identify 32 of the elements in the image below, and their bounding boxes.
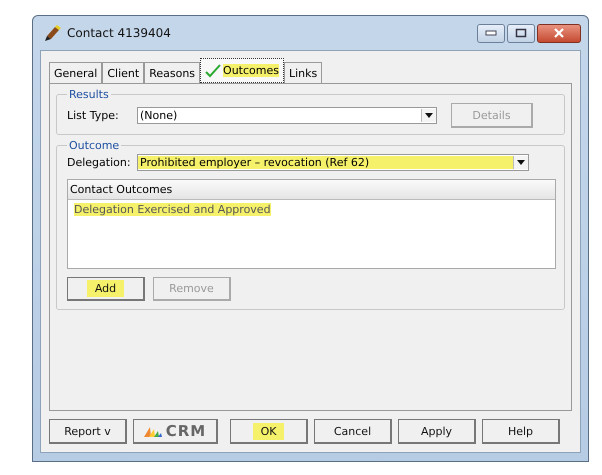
maximize-button[interactable]	[507, 24, 535, 42]
checkmark-icon	[205, 64, 222, 78]
close-icon	[553, 28, 565, 38]
tab[interactable]: Links	[284, 62, 322, 83]
tab[interactable]: Reasons	[144, 62, 200, 83]
list-button[interactable]: Add	[67, 277, 145, 301]
minimize-button[interactable]	[477, 24, 505, 42]
footer-button[interactable]: Apply	[398, 419, 476, 444]
maximize-icon	[515, 28, 527, 38]
group-title: Outcome	[68, 139, 120, 152]
minimize-icon	[485, 30, 497, 36]
crm-button[interactable]: CRM	[133, 419, 218, 444]
window-title: Contact 4139404	[67, 26, 171, 40]
footer-button[interactable]: OK	[230, 419, 308, 444]
dropdown-field[interactable]: (None)	[137, 107, 437, 124]
tab[interactable]: General	[49, 62, 102, 83]
tab[interactable]: Outcomes	[200, 58, 284, 83]
close-button[interactable]	[537, 24, 581, 42]
tab[interactable]: Client	[102, 62, 144, 83]
dropdown-field[interactable]: Prohibited employer – revocation (Ref 62)	[137, 154, 529, 171]
dropdown-arrow-icon	[425, 113, 433, 118]
footer-button[interactable]: Cancel	[314, 419, 392, 444]
footer-button[interactable]: Help	[482, 419, 560, 444]
column-header: Contact Outcomes	[68, 180, 555, 200]
pencil-icon	[44, 24, 62, 42]
group-title: Results	[68, 88, 110, 101]
list-item[interactable]: Delegation Exercised and Approved	[68, 200, 555, 219]
footer-button[interactable]: Report v	[49, 419, 127, 444]
field-label: Delegation:	[67, 156, 129, 169]
dropdown-arrow-icon	[517, 160, 525, 165]
field-label: List Type:	[67, 109, 120, 122]
logo-icon	[144, 425, 162, 437]
